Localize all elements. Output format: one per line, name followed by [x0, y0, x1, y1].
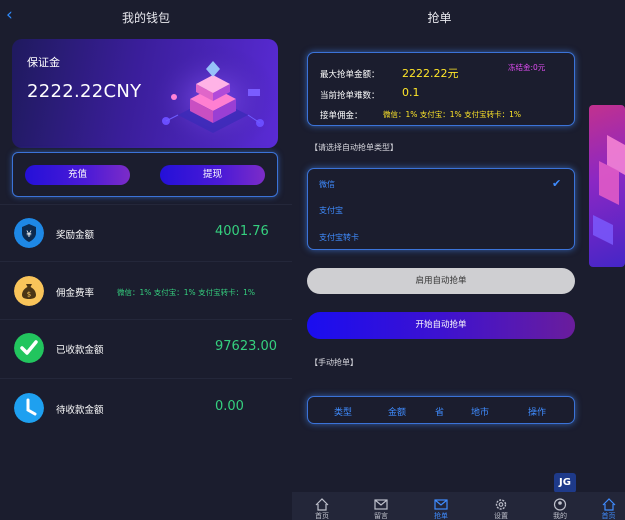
tab-home[interactable]: 首页: [297, 492, 347, 520]
home-icon: [315, 498, 329, 511]
tab-message-label: 留言: [374, 512, 388, 520]
auto-type-label: 【请选择自动抢单类型】: [310, 143, 398, 152]
grab-order-title: 抢单: [427, 11, 452, 25]
deposit-label: 保证金: [27, 56, 60, 69]
deposit-amount: 2222.22CNY: [27, 81, 142, 102]
tab-home-label: 首页: [315, 512, 329, 520]
tab-mine[interactable]: 我的: [535, 492, 585, 520]
clock-icon: [14, 393, 44, 423]
jg-logo-icon: JG: [554, 473, 576, 493]
gear-icon: [495, 499, 507, 510]
commission-rate-value: 微信：1% 支付宝：1% 支付宝转卡：1%: [117, 288, 255, 297]
manual-grab-label: 【手动抢单】: [310, 358, 358, 367]
reward-amount-value: 4001.76: [215, 224, 269, 239]
tab-message[interactable]: 留言: [356, 492, 406, 520]
auto-type-list: 微信 ✔ 支付宝 支付宝转卡: [307, 168, 575, 250]
withdraw-button[interactable]: 提现: [160, 165, 265, 185]
col-type: 类型: [334, 408, 353, 418]
tab-home-secondary[interactable]: 首页: [592, 492, 625, 520]
reward-amount-label: 奖励金额: [56, 230, 95, 241]
pending-amount-value: 0.00: [215, 399, 244, 414]
received-amount-value: 97623.00: [215, 339, 278, 354]
col-action: 操作: [528, 408, 547, 418]
tab-home-secondary-label: 首页: [601, 512, 616, 520]
received-amount-row: 已收款金额 97623.00: [0, 320, 292, 376]
max-amount-value: 2222.22元: [402, 67, 459, 80]
svg-text:¥: ¥: [26, 230, 32, 240]
difficulty-value: 0.1: [402, 86, 420, 99]
divider: [0, 261, 292, 262]
bottom-tab-bar: 首页 留言 抢单 设置 我的 首页: [292, 492, 625, 520]
tab-settings[interactable]: 设置: [476, 492, 526, 520]
wallet-panel: ‹ 我的钱包 保证金 2222.22CNY 充值 提现 ¥ 奖励金额 4001.…: [0, 0, 292, 520]
deposit-actions: 充值 提现: [12, 152, 278, 197]
commission-label: 接单佣金：: [320, 111, 363, 121]
home-icon: [602, 498, 616, 511]
pending-amount-row: 待收款金额 0.00: [0, 380, 292, 436]
reward-amount-row: ¥ 奖励金额 4001.76: [0, 205, 292, 261]
commission-rate-row: $ 佣金费率 微信：1% 支付宝：1% 支付宝转卡：1%: [0, 263, 292, 319]
enable-auto-grab-button[interactable]: 启用自动抢单: [307, 268, 575, 294]
check-icon: [14, 333, 44, 363]
col-amount: 金额: [388, 408, 407, 418]
frozen-amount: 冻结金:0元: [508, 63, 546, 72]
promo-cube-icon: [593, 135, 625, 245]
side-promo-banner[interactable]: [589, 105, 625, 267]
deposit-card: 保证金 2222.22CNY: [12, 39, 278, 148]
start-auto-grab-button[interactable]: 开始自动抢单: [307, 312, 575, 339]
envelope-icon: [434, 499, 448, 510]
order-table-header: 类型 金额 省 地市 操作: [307, 396, 575, 424]
type-option-wechat[interactable]: 微信: [319, 179, 335, 190]
divider: [0, 378, 292, 379]
received-amount-label: 已收款金额: [56, 345, 104, 356]
max-amount-label: 最大抢单金额：: [320, 70, 380, 80]
grab-order-panel: 抢单 最大抢单金额： 2222.22元 当前抢单难数： 0.1 接单佣金： 微信…: [292, 0, 625, 520]
user-icon: [553, 498, 567, 511]
difficulty-label: 当前抢单难数：: [320, 91, 380, 101]
commission-rate-label: 佣金费率: [56, 288, 95, 299]
yen-shield-icon: ¥: [14, 218, 44, 248]
money-bag-icon: $: [14, 276, 44, 306]
col-province: 省: [435, 408, 445, 418]
wallet-header: ‹ 我的钱包: [0, 0, 292, 32]
type-option-alipay[interactable]: 支付宝: [319, 205, 343, 216]
svg-text:$: $: [27, 291, 31, 299]
grab-info-box: 最大抢单金额： 2222.22元 当前抢单难数： 0.1 接单佣金： 微信：1%…: [307, 52, 575, 126]
checkmark-icon: ✔: [552, 177, 562, 190]
tab-grab-order[interactable]: 抢单: [416, 492, 466, 520]
wallet-title: 我的钱包: [121, 11, 170, 25]
tab-grab-order-label: 抢单: [434, 512, 448, 520]
pending-amount-label: 待收款金额: [56, 405, 104, 416]
type-option-alipay-card[interactable]: 支付宝转卡: [319, 232, 359, 243]
recharge-button[interactable]: 充值: [25, 165, 130, 185]
tab-mine-label: 我的: [553, 512, 567, 520]
col-city: 地市: [471, 408, 490, 418]
mail-icon: [374, 499, 388, 510]
isometric-server-illustration-icon: [148, 39, 278, 148]
tab-settings-label: 设置: [494, 512, 508, 520]
commission-value: 微信：1% 支付宝：1% 支付宝转卡：1%: [383, 110, 521, 119]
